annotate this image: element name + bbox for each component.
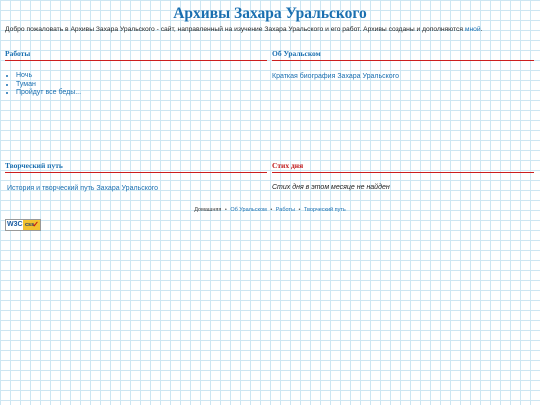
intro-paragraph: Добро пожаловать в Архивы Захара Уральск… [5,25,535,34]
footer-nav: Домашняя • Об Уральском • Работы • Творч… [0,206,540,214]
about-heading: Об Уральском [272,47,534,61]
checkmark-icon: ✓ [32,220,39,229]
footer-separator: • [224,207,227,213]
w3c-css-badge[interactable]: W3C css ✓ [5,219,41,231]
footer-link-about[interactable]: Об Уральском [230,207,266,213]
badge-w3c-text: W3C [7,221,23,228]
work-link-fog[interactable]: Туман [16,81,36,88]
poem-empty-message: Стих дня в этом месяце не найден [272,184,390,191]
biography-link[interactable]: Краткая биография Захара Уральского [272,72,399,81]
footer-link-creative-path[interactable]: Творческий путь [304,207,346,213]
footer-link-works[interactable]: Работы [276,207,295,213]
intro-text: Добро пожаловать в Архивы Захара Уральск… [5,26,465,33]
list-item: Ночь [16,72,81,81]
works-list: Ночь Туман Пройдут все беды... [8,72,81,98]
author-link[interactable]: мной [465,26,481,33]
page-title: Архивы Захара Уральского [173,5,367,22]
badge-css-text: css ✓ [23,220,40,230]
footer-separator: • [270,207,273,213]
list-item: Туман [16,81,81,90]
footer-home: Домашняя [194,207,222,213]
list-item: Пройдут все беды... [16,89,81,98]
creative-path-heading: Творческий путь [5,159,267,173]
works-heading: Работы [5,47,267,61]
creative-path-link[interactable]: История и творческий путь Захара Уральск… [7,184,158,193]
work-link-troubles[interactable]: Пройдут все беды... [16,89,81,96]
intro-end: . [480,26,483,33]
work-link-night[interactable]: Ночь [16,72,32,79]
footer-separator: • [298,207,301,213]
poem-of-day-heading: Стих дня [272,159,534,173]
